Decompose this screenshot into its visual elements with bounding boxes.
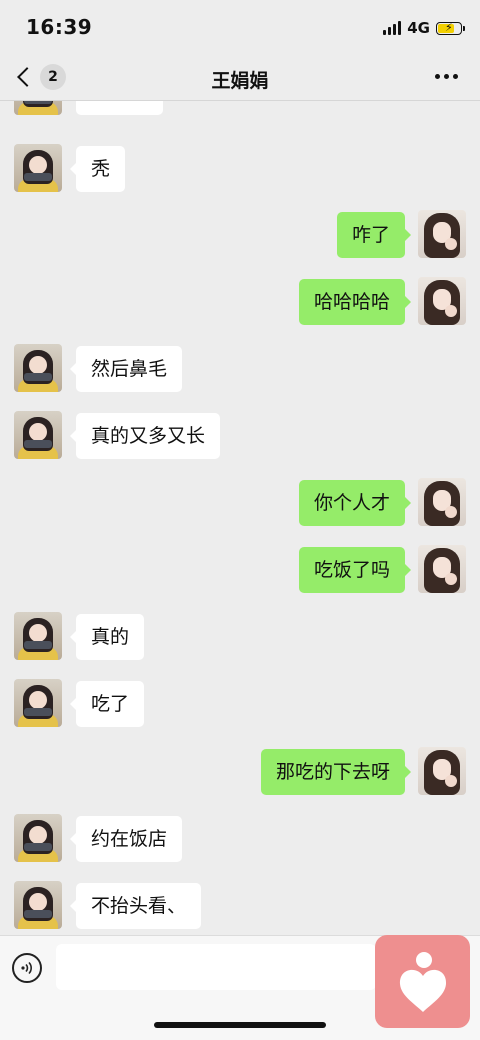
- contact-avatar[interactable]: [14, 679, 62, 727]
- contact-avatar[interactable]: [14, 144, 62, 192]
- message-row: 你个人才: [0, 478, 480, 528]
- message-bubble[interactable]: 吃饭了吗: [298, 547, 412, 593]
- message-bubble[interactable]: 秃: [69, 146, 126, 192]
- message-bubble[interactable]: 咋了: [336, 212, 412, 258]
- contact-avatar[interactable]: [14, 344, 62, 392]
- status-bar: 16:39 4G ⚡: [0, 0, 480, 54]
- chat-title: 王娟娟: [211, 70, 269, 92]
- message-row: 秃: [0, 144, 480, 194]
- network-type: 4G: [407, 19, 430, 37]
- message-row: 咋了: [0, 210, 480, 260]
- voice-icon[interactable]: [12, 953, 42, 983]
- message-row: 哈哈哈哈: [0, 277, 480, 327]
- message-row: 约在饭店: [0, 814, 480, 864]
- my-avatar[interactable]: [418, 210, 466, 258]
- message-bubble[interactable]: 吃了: [69, 681, 145, 727]
- message-bubble[interactable]: 真的: [69, 614, 145, 660]
- my-avatar[interactable]: [418, 277, 466, 325]
- nav-bar: 2 王娟娟: [0, 54, 480, 101]
- more-dots-icon[interactable]: [435, 74, 458, 79]
- message-bubble[interactable]: 然后鼻毛: [69, 346, 183, 392]
- my-avatar[interactable]: [418, 747, 466, 795]
- message-row: 吃了: [0, 679, 480, 729]
- contact-avatar[interactable]: [14, 881, 62, 929]
- status-time: 16:39: [26, 15, 93, 39]
- status-indicators: 4G ⚡: [383, 18, 465, 38]
- contact-avatar[interactable]: [14, 101, 62, 115]
- signal-icon: [383, 21, 402, 35]
- message-input[interactable]: [56, 944, 376, 990]
- battery-icon: ⚡: [436, 21, 465, 35]
- contact-avatar[interactable]: [14, 612, 62, 660]
- home-indicator: [154, 1022, 326, 1028]
- message-row: 真的又多又长: [0, 411, 480, 461]
- my-avatar[interactable]: [418, 545, 466, 593]
- message-row: 不抬头看、: [0, 881, 480, 931]
- message-bubble[interactable]: 约在饭店: [69, 816, 183, 862]
- message-row: 真的: [0, 612, 480, 662]
- message-row: 吃饭了吗: [0, 545, 480, 595]
- message-bubble[interactable]: 不抬头看、: [69, 883, 202, 929]
- message-bubble[interactable]: 你个人才: [298, 480, 412, 526]
- my-avatar[interactable]: [418, 478, 466, 526]
- heart-icon[interactable]: [375, 935, 470, 1028]
- message-row: 然后鼻毛: [0, 344, 480, 394]
- message-bubble[interactable]: 那吃的下去呀: [260, 749, 412, 795]
- contact-avatar[interactable]: [14, 411, 62, 459]
- message-list[interactable]: 主要是 秃 咋了 哈哈哈哈 然后鼻毛 真的又多又长 你个人才 吃饭了吗 真的 吃…: [0, 101, 480, 935]
- message-row: 主要是: [0, 101, 480, 117]
- message-bubble[interactable]: 主要是: [76, 101, 164, 115]
- contact-avatar[interactable]: [14, 814, 62, 862]
- message-bubble[interactable]: 真的又多又长: [69, 413, 221, 459]
- message-bubble[interactable]: 哈哈哈哈: [298, 279, 412, 325]
- message-row: 那吃的下去呀: [0, 747, 480, 797]
